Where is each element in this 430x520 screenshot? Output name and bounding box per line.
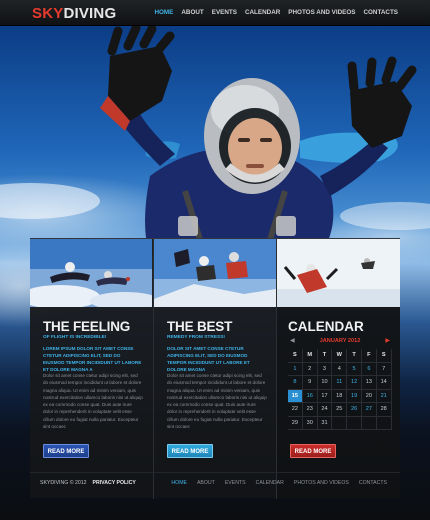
calendar-day[interactable]: 6 bbox=[361, 362, 377, 376]
calendar-day[interactable]: 21 bbox=[376, 389, 392, 403]
calendar-day[interactable]: 29 bbox=[288, 416, 303, 430]
footer-nav-contacts[interactable]: CONTACTS bbox=[354, 473, 392, 493]
calendar-title: CALENDAR bbox=[288, 319, 364, 334]
calendar-week-row: 22 23 24 25 26 27 28 bbox=[288, 403, 392, 417]
read-more-button[interactable]: READ MORE bbox=[43, 444, 89, 458]
nav-calendar[interactable]: CALENDAR bbox=[241, 0, 284, 26]
calendar-day[interactable]: 1 bbox=[288, 362, 303, 376]
calendar-day[interactable]: 5 bbox=[347, 362, 362, 376]
weekday-label: M bbox=[302, 349, 318, 363]
calendar-day[interactable]: 13 bbox=[361, 376, 377, 390]
calendar-day[interactable]: 25 bbox=[332, 403, 348, 417]
content-panel: THE FEELING OF FLIGHT IS INCREDIBLE! LOR… bbox=[30, 238, 400, 499]
calendar-week-row: 1 2 3 4 5 6 7 bbox=[288, 362, 392, 376]
nav-contacts[interactable]: CONTACTS bbox=[359, 0, 402, 26]
skydivers-jump-image[interactable] bbox=[154, 239, 276, 307]
column-body-text: Dolor sit amet conse ctetur adipi scing … bbox=[43, 373, 143, 430]
site-header: SKYDIVING HOME ABOUT EVENTS CALENDAR PHO… bbox=[0, 0, 430, 26]
site-footer: SKYDIVING © 2012 PRIVACY POLICY HOME ABOU… bbox=[30, 472, 400, 492]
column-title: THE BEST bbox=[167, 319, 233, 334]
feature-column-feeling: THE FEELING OF FLIGHT IS INCREDIBLE! LOR… bbox=[30, 239, 153, 499]
calendar-day[interactable]: 20 bbox=[361, 389, 377, 403]
footer-nav-events[interactable]: EVENTS bbox=[220, 473, 251, 493]
calendar-day[interactable]: 28 bbox=[376, 403, 392, 417]
column-highlight-text: DOLOR SIT AMET CONSE CTETUR ADIPISCING E… bbox=[167, 346, 250, 372]
weekday-label: F bbox=[361, 349, 377, 363]
calendar-day[interactable]: 15 bbox=[288, 389, 303, 403]
calendar-day[interactable]: 26 bbox=[347, 403, 362, 417]
weekday-label: S bbox=[288, 349, 303, 363]
calendar-day[interactable]: 22 bbox=[288, 403, 303, 417]
calendar-column: CALENDAR ◀ JANUARY 2012 ▶ S M T W T F S … bbox=[276, 239, 400, 499]
calendar-day[interactable]: 23 bbox=[302, 403, 318, 417]
column-subtitle: OF FLIGHT IS INCREDIBLE! bbox=[43, 335, 107, 340]
footer-copyright: SKYDIVING © 2012 PRIVACY POLICY bbox=[40, 473, 136, 493]
calendar-day[interactable]: 31 bbox=[317, 416, 333, 430]
calendar-day[interactable]: 9 bbox=[302, 376, 318, 390]
calendar-day[interactable]: 24 bbox=[317, 403, 333, 417]
calendar-day bbox=[376, 416, 392, 430]
calendar-month-nav: ◀ JANUARY 2012 ▶ bbox=[288, 336, 392, 346]
calendar-day[interactable]: 14 bbox=[376, 376, 392, 390]
calendar-week-row: 8 9 10 11 12 13 14 bbox=[288, 376, 392, 390]
weekday-label: T bbox=[317, 349, 333, 363]
footer-nav-home[interactable]: HOME bbox=[166, 473, 192, 493]
copyright-text: SKYDIVING © 2012 bbox=[40, 480, 87, 486]
hero-section: THE FEELING OF FLIGHT IS INCREDIBLE! LOR… bbox=[0, 26, 430, 520]
footer-nav: HOME ABOUT EVENTS CALENDAR PHOTOS AND VI… bbox=[166, 473, 392, 493]
calendar-week-row: 15 16 17 18 19 20 21 bbox=[288, 389, 392, 403]
footer-nav-about[interactable]: ABOUT bbox=[192, 473, 220, 493]
calendar-day[interactable]: 3 bbox=[317, 362, 333, 376]
calendar-day[interactable]: 19 bbox=[347, 389, 362, 403]
calendar-day[interactable]: 16 bbox=[302, 389, 318, 403]
skydivers-formation-image[interactable] bbox=[30, 239, 152, 307]
logo-diving: DIVING bbox=[63, 5, 117, 22]
calendar-day bbox=[361, 416, 377, 430]
read-more-button[interactable]: READ MORE bbox=[290, 444, 336, 458]
calendar-day[interactable]: 12 bbox=[347, 376, 362, 390]
calendar-month-label: JANUARY 2012 bbox=[319, 338, 361, 344]
calendar-grid: S M T W T F S 1 2 3 4 5 6 7 8 9 10 11 12… bbox=[288, 349, 392, 430]
weekday-label: W bbox=[332, 349, 348, 363]
calendar-day[interactable]: 10 bbox=[317, 376, 333, 390]
logo-sky: SKY bbox=[32, 5, 64, 22]
footer-nav-calendar[interactable]: CALENDAR bbox=[251, 473, 289, 493]
calendar-day[interactable]: 7 bbox=[376, 362, 392, 376]
calendar-day bbox=[332, 416, 348, 430]
column-subtitle: REMEDY FROM STRESS! bbox=[167, 335, 226, 340]
read-more-button[interactable]: READ MORE bbox=[167, 444, 213, 458]
skydiver-photo bbox=[0, 26, 430, 256]
nav-about[interactable]: ABOUT bbox=[177, 0, 207, 26]
calendar-day[interactable]: 11 bbox=[332, 376, 348, 390]
column-title: THE FEELING bbox=[43, 319, 131, 334]
privacy-policy-link[interactable]: PRIVACY POLICY bbox=[93, 480, 136, 486]
skydiver-freefall-image[interactable] bbox=[277, 239, 400, 307]
calendar-day[interactable]: 30 bbox=[302, 416, 318, 430]
nav-photos-and-videos[interactable]: PHOTOS AND VIDEOS bbox=[284, 0, 359, 26]
calendar-day bbox=[347, 416, 362, 430]
weekday-label: T bbox=[347, 349, 362, 363]
weekday-label: S bbox=[376, 349, 392, 363]
calendar-weekday-row: S M T W T F S bbox=[288, 349, 392, 363]
main-nav: HOME ABOUT EVENTS CALENDAR PHOTOS AND VI… bbox=[150, 0, 402, 26]
nav-events[interactable]: EVENTS bbox=[208, 0, 241, 26]
calendar-day[interactable]: 2 bbox=[302, 362, 318, 376]
calendar-day[interactable]: 4 bbox=[332, 362, 348, 376]
calendar-day[interactable]: 8 bbox=[288, 376, 303, 390]
calendar-day[interactable]: 17 bbox=[317, 389, 333, 403]
column-highlight-text: LOREM IPSUM DOLOR SIT AMET CONSE CTETUR … bbox=[43, 346, 142, 372]
chevron-right-icon[interactable]: ▶ bbox=[385, 336, 390, 346]
calendar-day[interactable]: 18 bbox=[332, 389, 348, 403]
column-body-text: Dolor sit amet conse ctetur adipi scing … bbox=[167, 373, 267, 430]
calendar-week-row: 29 30 31 bbox=[288, 416, 392, 430]
footer-nav-photos-and-videos[interactable]: PHOTOS AND VIDEOS bbox=[289, 473, 354, 493]
feature-column-best: THE BEST REMEDY FROM STRESS! DOLOR SIT A… bbox=[153, 239, 276, 499]
nav-home[interactable]: HOME bbox=[150, 0, 177, 26]
calendar-day[interactable]: 27 bbox=[361, 403, 377, 417]
site-logo[interactable]: SKYDIVING bbox=[32, 5, 116, 22]
